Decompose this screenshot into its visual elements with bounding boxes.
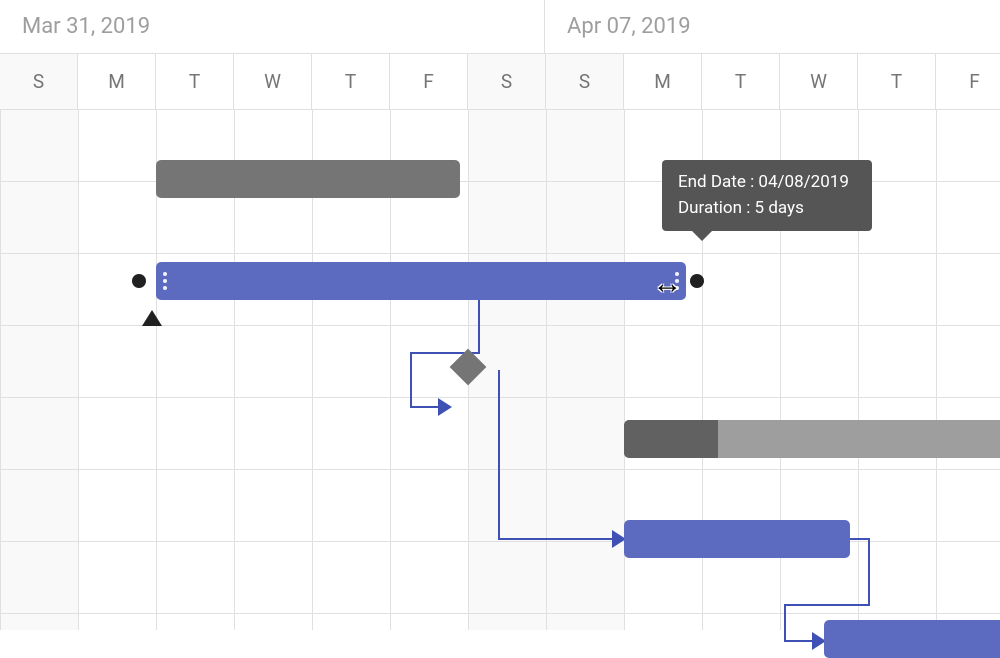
day-header-cell: M <box>624 54 702 109</box>
dependency-line <box>410 406 440 408</box>
dependency-line <box>478 300 480 352</box>
dependency-line <box>784 640 814 642</box>
task-bar[interactable] <box>156 262 686 300</box>
task-bar[interactable] <box>824 620 1000 658</box>
day-header-cell: S <box>468 54 546 109</box>
gantt-chart: Mar 31, 2019 Apr 07, 2019 SMTWTFSSMTWTF … <box>0 0 1000 630</box>
task-bar[interactable] <box>624 520 850 558</box>
tooltip-duration-row: Duration : 5 days <box>678 196 856 222</box>
week-header-row: Mar 31, 2019 Apr 07, 2019 <box>0 0 1000 54</box>
dependency-line <box>784 604 870 606</box>
baseline-start-marker <box>132 274 146 288</box>
baseline-marker-icon <box>142 310 162 326</box>
dependency-line <box>868 538 870 604</box>
day-header-cell: T <box>858 54 936 109</box>
day-header-cell: T <box>312 54 390 109</box>
week-label: Mar 31, 2019 <box>0 0 545 53</box>
summary-progress <box>624 420 718 458</box>
dependency-arrow-icon <box>438 398 452 416</box>
resize-handle-left[interactable] <box>160 268 170 294</box>
day-header-cell: F <box>936 54 1000 109</box>
day-header-cell: T <box>156 54 234 109</box>
day-header-cell: S <box>0 54 78 109</box>
task-tooltip: End Date : 04/08/2019 Duration : 5 days <box>662 160 872 231</box>
day-header-cell: S <box>546 54 624 109</box>
dependency-line <box>498 370 500 497</box>
dependency-line <box>784 604 786 640</box>
tooltip-duration-value: 5 days <box>755 198 804 218</box>
resize-handle-right[interactable] <box>672 268 682 294</box>
dependency-line <box>498 538 616 540</box>
day-header-cell: M <box>78 54 156 109</box>
dependency-line <box>410 352 412 406</box>
dependency-line <box>498 496 500 538</box>
dependency-line <box>850 538 870 540</box>
tooltip-duration-label: Duration <box>678 198 742 218</box>
day-header-row: SMTWTFSSMTWTF <box>0 54 1000 110</box>
tooltip-end-value: 04/08/2019 <box>758 172 848 192</box>
summary-bar[interactable] <box>156 160 460 198</box>
tooltip-end-label: End Date <box>678 172 746 192</box>
day-header-cell: F <box>390 54 468 109</box>
grid-row <box>0 470 1000 542</box>
week-label: Apr 07, 2019 <box>545 0 1000 53</box>
day-header-cell: W <box>234 54 312 109</box>
tooltip-end-row: End Date : 04/08/2019 <box>678 170 856 196</box>
day-header-cell: T <box>702 54 780 109</box>
grid-row <box>0 326 1000 398</box>
day-header-cell: W <box>780 54 858 109</box>
